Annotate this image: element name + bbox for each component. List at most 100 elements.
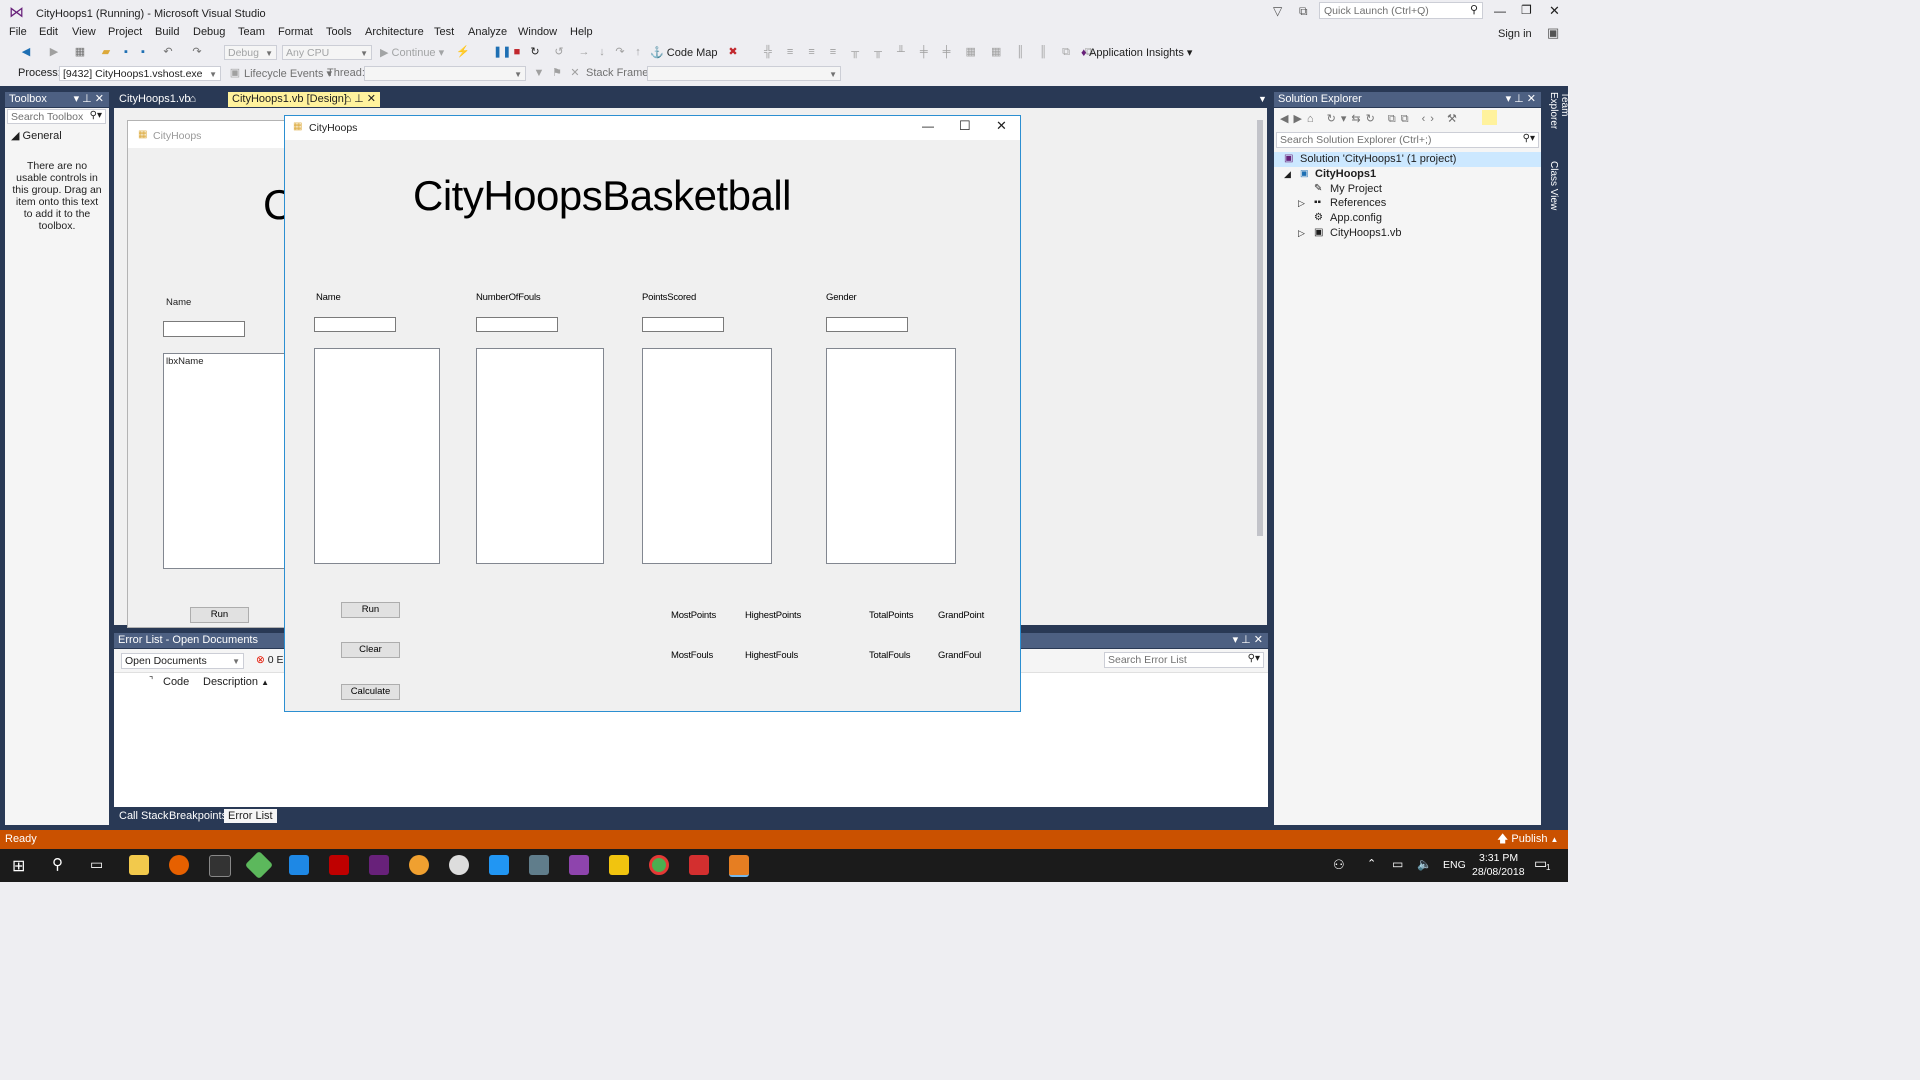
fouls-textbox[interactable] <box>476 317 558 332</box>
quick-launch-input[interactable]: Quick Launch (Ctrl+Q) ⚲ <box>1319 2 1483 19</box>
menu-debug[interactable]: Debug <box>193 26 225 38</box>
tree-solution[interactable]: ▣ Solution 'CityHoops1' (1 project) <box>1274 152 1541 167</box>
chrome-icon[interactable] <box>649 855 669 875</box>
new-project-icon[interactable]: ▦ <box>74 46 86 58</box>
redo-icon[interactable]: ↷ <box>191 46 203 58</box>
forward-icon[interactable]: ▶ <box>48 46 60 58</box>
menu-architecture[interactable]: Architecture <box>365 26 424 38</box>
scrollbar-thumb[interactable] <box>1257 120 1263 536</box>
menu-edit[interactable]: Edit <box>39 26 58 38</box>
form-maximize-button[interactable]: ☐ <box>959 118 971 134</box>
doc-tab-design[interactable]: CityHoops1.vb [Design] ⌂ ⊥ ✕ <box>228 92 380 107</box>
side-tab-team-explorer[interactable]: Team Explorer <box>1548 92 1570 156</box>
language-indicator[interactable]: ENG <box>1443 859 1466 871</box>
designer-form[interactable]: ▦ CityHoops C Name lbxName Run <box>127 120 297 628</box>
expand-project-icon[interactable]: ◢ <box>1284 169 1291 180</box>
windows-start-icon[interactable]: ⊞ <box>12 856 25 876</box>
app-cloud-icon[interactable] <box>449 855 469 875</box>
points-listbox[interactable] <box>642 348 772 564</box>
gender-textbox[interactable] <box>826 317 908 332</box>
acrobat-icon[interactable] <box>689 855 709 875</box>
menu-tools[interactable]: Tools <box>326 26 352 38</box>
restart-icon[interactable]: ↻ <box>529 46 541 58</box>
menu-team[interactable]: Team <box>238 26 265 38</box>
process-dropdown[interactable]: [9432] CityHoops1.vshost.exe ▼ <box>59 66 221 81</box>
error-search-input[interactable]: Search Error List ⚲▾ <box>1104 652 1264 668</box>
panel-controls-icon[interactable]: ▾ ⊥ ✕ <box>1233 633 1263 648</box>
clock-time[interactable]: 3:31 PM <box>1479 852 1518 864</box>
tab-call-stack[interactable]: Call Stack <box>119 810 169 822</box>
solution-search-input[interactable]: Search Solution Explorer (Ctrl+;) ⚲▾ <box>1276 132 1539 148</box>
designer-scrollbar[interactable] <box>1254 108 1267 625</box>
gender-listbox[interactable] <box>826 348 956 564</box>
collapse-all-icon[interactable] <box>1482 110 1497 125</box>
panel-controls-icon[interactable]: ▾ ⊥ ✕ <box>1506 92 1536 107</box>
error-scope-dropdown[interactable]: Open Documents ▼ <box>121 653 244 669</box>
app-circle-icon[interactable] <box>409 855 429 875</box>
continue-button[interactable]: ▶ Continue ▾ <box>380 46 444 59</box>
expand-vb-file-icon[interactable]: ▷ <box>1298 228 1305 239</box>
stop-icon[interactable]: ■ <box>511 46 523 58</box>
menu-help[interactable]: Help <box>570 26 593 38</box>
menu-format[interactable]: Format <box>278 26 313 38</box>
errors-filter-button[interactable]: ⊗ 0 E <box>256 654 284 666</box>
tab-breakpoints[interactable]: Breakpoints <box>169 810 227 822</box>
designer-name-listbox[interactable]: lbxName <box>163 353 293 569</box>
save-all-icon[interactable]: ▪ <box>137 46 149 58</box>
open-file-icon[interactable]: ▰ <box>100 46 112 58</box>
tree-app-config[interactable]: App.config <box>1330 212 1382 224</box>
hot-reload-icon[interactable]: ⚡ <box>456 46 470 58</box>
volume-icon[interactable]: 🔈 <box>1417 857 1432 871</box>
feedback-icon[interactable]: ⧉ <box>1299 4 1308 19</box>
filter-icon[interactable]: ▽ <box>1273 4 1282 18</box>
step-out-icon[interactable]: ↷ <box>614 46 626 58</box>
stack-frame-dropdown[interactable]: ▼ <box>647 66 841 81</box>
menu-view[interactable]: View <box>72 26 96 38</box>
tree-my-project[interactable]: My Project <box>1330 183 1382 195</box>
form-minimize-button[interactable]: — <box>922 119 934 133</box>
application-insights-button[interactable]: ♦ Application Insights ▾ <box>1081 46 1192 59</box>
maximize-button[interactable]: ❐ <box>1521 3 1532 17</box>
step-over-icon[interactable]: → <box>578 46 590 58</box>
file-explorer-icon[interactable] <box>129 855 149 875</box>
column-description[interactable]: Description ▲ <box>203 676 269 688</box>
fouls-listbox[interactable] <box>476 348 604 564</box>
pause-icon[interactable]: ❚❚ <box>493 46 511 58</box>
designer-run-button[interactable]: Run <box>190 607 249 623</box>
points-textbox[interactable] <box>642 317 724 332</box>
menu-window[interactable]: Window <box>518 26 557 38</box>
menu-analyze[interactable]: Analyze <box>468 26 507 38</box>
people-icon[interactable]: ⚇ <box>1333 857 1345 873</box>
lifecycle-events-button[interactable]: Lifecycle Events ▾ <box>244 67 332 80</box>
filter-threads-icon[interactable]: ▼ <box>533 67 545 79</box>
clear-button[interactable]: Clear <box>341 642 400 658</box>
breakpoint-toggle-icon[interactable]: ✖ <box>727 46 739 58</box>
undo-icon[interactable]: ↶ <box>162 46 174 58</box>
doc-tab-code[interactable]: CityHoops1.vb ⌂ <box>114 92 226 107</box>
running-app-icon[interactable] <box>729 855 749 877</box>
app-yellow-icon[interactable] <box>609 855 629 875</box>
expand-references-icon[interactable]: ▷ <box>1298 198 1305 209</box>
name-textbox[interactable] <box>314 317 396 332</box>
tree-cityhoops-vb[interactable]: CityHoops1.vb <box>1330 227 1402 239</box>
virtualbox-icon[interactable] <box>529 855 549 875</box>
designer-name-textbox[interactable] <box>163 321 245 337</box>
calculate-button[interactable]: Calculate <box>341 684 400 700</box>
wamp-icon[interactable] <box>289 855 309 875</box>
running-form-window[interactable]: ▦ CityHoops — ☐ ✕ CityHoopsBasketball Na… <box>284 115 1021 712</box>
app-bird-icon[interactable] <box>489 855 509 875</box>
step-up-icon[interactable]: ↑ <box>632 46 644 58</box>
app-feather-icon[interactable] <box>569 855 589 875</box>
back-icon[interactable]: ◀ <box>20 46 32 58</box>
publish-button[interactable]: 🡅 Publish ▲ <box>1497 830 1558 849</box>
menu-file[interactable]: File <box>9 26 27 38</box>
tree-references[interactable]: References <box>1330 197 1386 209</box>
step-into-icon[interactable]: ↓ <box>596 46 608 58</box>
minimize-button[interactable]: — <box>1494 4 1506 18</box>
tab-overflow-icon[interactable]: ▼ <box>1258 94 1267 104</box>
task-view-icon[interactable]: ▭ <box>90 856 103 873</box>
terminal-icon[interactable] <box>209 855 231 877</box>
side-tab-class-view[interactable]: Class View <box>1548 161 1562 211</box>
collapse-icon[interactable]: ✕ <box>569 67 581 79</box>
tree-project[interactable]: CityHoops1 <box>1315 168 1376 180</box>
